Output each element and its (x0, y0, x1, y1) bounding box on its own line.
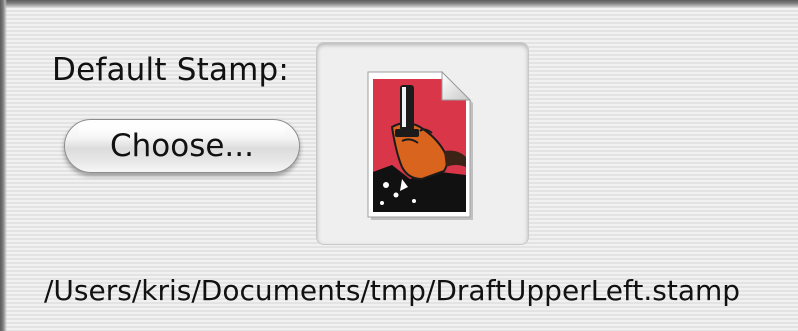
stamp-file-path: /Users/kris/Documents/tmp/DraftUpperLeft… (44, 274, 741, 307)
stamp-document-icon (367, 70, 473, 220)
window-frame-top (0, 0, 798, 8)
choose-button[interactable]: Choose... (64, 119, 300, 173)
stamp-image-well[interactable] (316, 42, 529, 245)
choose-button-label: Choose... (109, 128, 254, 164)
window-frame-left (0, 0, 7, 331)
default-stamp-label: Default Stamp: (52, 52, 290, 88)
